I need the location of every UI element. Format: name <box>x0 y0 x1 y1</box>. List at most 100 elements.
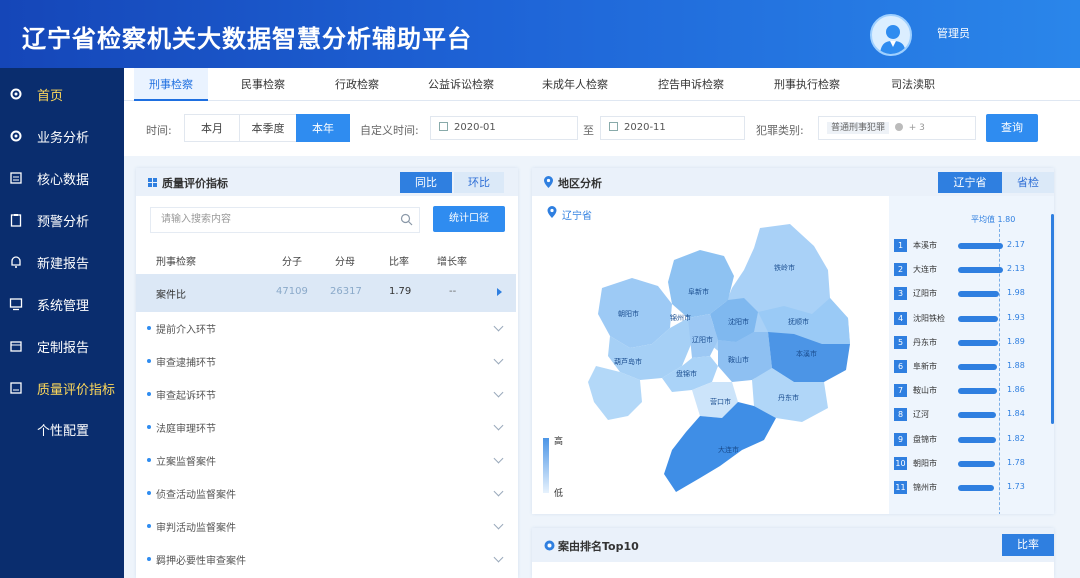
map-city-label: 大连市 <box>718 445 739 454</box>
panel-title: 质量评价指标 <box>162 177 228 190</box>
gear-icon <box>10 130 22 142</box>
province-map: 辽宁省 铁岭市 阜新市 沈阳市 抚顺市 朝阳市 锦州市 辽阳市 本溪市 葫芦岛市… <box>532 196 889 514</box>
ranking-row[interactable]: 10 朝阳市 1.78 <box>894 454 1044 474</box>
crime-category-select[interactable]: 普通刑事犯罪 + 3 <box>818 116 976 140</box>
ranking-number: 11 <box>894 481 907 494</box>
tab-public-interest[interactable]: 公益诉讼检察 <box>420 68 502 101</box>
tab-criminal[interactable]: 刑事检察 <box>134 68 208 101</box>
clipboard-icon <box>10 214 22 227</box>
table-row[interactable]: 案件比 47109 26317 1.79 -- <box>136 274 516 312</box>
ranking-row[interactable]: 5 丹东市 1.89 <box>894 333 1044 353</box>
time-option-year[interactable]: 本年 <box>296 114 350 142</box>
scrollbar[interactable] <box>1051 214 1054 424</box>
quality-index-panel: 质量评价指标 同比 环比 请输入搜索内容 统计口径 刑事检察 分子 分母 比率 … <box>136 168 518 578</box>
sidebar-item-custom-report[interactable]: 定制报告 <box>0 330 124 362</box>
date-to-field[interactable]: 2020-11 <box>600 116 745 140</box>
sidebar-item-system-management[interactable]: 系统管理 <box>0 288 124 320</box>
query-button[interactable]: 查询 <box>986 114 1038 142</box>
close-icon[interactable] <box>894 123 903 131</box>
time-option-quarter[interactable]: 本季度 <box>239 114 297 142</box>
sidebar-item-quality-index[interactable]: 质量评价指标 <box>0 372 124 404</box>
ranking-number: 6 <box>894 360 907 373</box>
ranking-row[interactable]: 6 阜新市 1.88 <box>894 357 1044 377</box>
ranking-city-name: 丹东市 <box>913 337 937 347</box>
chevron-down-icon <box>493 519 504 530</box>
tab-administrative[interactable]: 行政检察 <box>320 68 394 101</box>
section-item[interactable]: 立案监督案件 <box>136 444 516 477</box>
map-city-label: 抚顺市 <box>788 317 809 326</box>
ranking-number: 7 <box>894 384 907 398</box>
panel-header: 质量评价指标 同比 环比 <box>136 168 518 196</box>
legend-high-label: 高 <box>554 437 564 447</box>
section-label: 立案监督案件 <box>156 457 216 468</box>
ranking-number: 1 <box>894 239 907 252</box>
column-header: 刑事检察 <box>156 257 196 268</box>
ranking-row[interactable]: 9 盘锦市 1.82 <box>894 430 1044 450</box>
bullet-icon <box>147 425 151 429</box>
map-city-label: 辽阳市 <box>692 335 713 344</box>
tab-juvenile[interactable]: 未成年人检察 <box>534 68 616 101</box>
expand-arrow-icon[interactable] <box>497 288 502 296</box>
map-city-label: 阜新市 <box>688 287 709 296</box>
sidebar-item-label: 个性配置 <box>37 424 90 439</box>
ranking-row[interactable]: 11 锦州市 1.73 <box>894 478 1044 498</box>
top10-panel: 案由排名Top10 比率 <box>532 528 1054 578</box>
ranking-row[interactable]: 1 本溪市 2.17 <box>894 236 1044 256</box>
tab-civil[interactable]: 民事检察 <box>226 68 300 101</box>
section-item[interactable]: 审判活动监督案件 <box>136 510 516 543</box>
panel-title: 地区分析 <box>558 177 602 190</box>
tab-judicial-dereliction[interactable]: 司法渎职 <box>878 68 948 101</box>
ranking-row[interactable]: 4 沈阳铁检 1.93 <box>894 309 1044 329</box>
map-city-label: 本溪市 <box>796 349 817 358</box>
row-denominator: 26317 <box>330 286 362 297</box>
sidebar-item-personal-config[interactable]: 个性配置 <box>0 413 124 445</box>
sidebar-item-home[interactable]: 首页 <box>0 78 124 110</box>
section-item[interactable]: 审查起诉环节 <box>136 378 516 411</box>
section-item[interactable]: 侦查活动监督案件 <box>136 477 516 510</box>
user-name[interactable]: 管理员 <box>937 25 970 41</box>
chevron-down-icon <box>493 420 504 431</box>
section-item[interactable]: 法庭审理环节 <box>136 411 516 444</box>
map-city-label: 铁岭市 <box>774 263 795 272</box>
map-city-label: 锦州市 <box>670 313 691 322</box>
sidebar-item-label: 系统管理 <box>37 299 90 314</box>
toggle-provincial-procuratorate[interactable]: 省检 <box>1002 172 1054 193</box>
ranking-bar <box>958 364 997 370</box>
stat-scope-button[interactable]: 统计口径 <box>433 206 505 232</box>
ranking-bar <box>958 291 999 298</box>
ranking-number: 9 <box>894 432 907 446</box>
grid-icon <box>148 178 157 187</box>
sidebar-item-new-report[interactable]: 新建报告 <box>0 246 124 278</box>
avatar-icon[interactable] <box>870 14 912 56</box>
sidebar-item-warning-analysis[interactable]: 预警分析 <box>0 204 124 236</box>
crime-tag: 普通刑事犯罪 <box>827 122 890 134</box>
sidebar-item-core-data[interactable]: 核心数据 <box>0 162 124 194</box>
section-item[interactable]: 提前介入环节 <box>136 312 516 345</box>
sidebar-item-business-analysis[interactable]: 业务分析 <box>0 120 124 152</box>
tab-complaint[interactable]: 控告申诉检察 <box>650 68 732 101</box>
chevron-down-icon <box>493 552 504 563</box>
custom-time-label: 自定义时间: <box>360 124 419 137</box>
toggle-yoy[interactable]: 同比 <box>400 172 452 193</box>
section-item[interactable]: 羁押必要性审查案件 <box>136 543 516 576</box>
toggle-mom[interactable]: 环比 <box>454 172 504 193</box>
ranking-city-name: 阜新市 <box>913 362 937 371</box>
document-icon <box>10 172 22 184</box>
ranking-row[interactable]: 2 大连市 2.13 <box>894 260 1044 280</box>
ratio-button[interactable]: 比率 <box>1002 534 1054 556</box>
section-item[interactable]: 审查逮捕环节 <box>136 345 516 378</box>
tab-criminal-execution[interactable]: 刑事执行检察 <box>766 68 848 101</box>
section-label: 审查起诉环节 <box>156 391 216 402</box>
ranking-row[interactable]: 7 鞍山市 1.86 <box>894 381 1044 401</box>
toggle-province[interactable]: 辽宁省 <box>938 172 1002 193</box>
time-option-month[interactable]: 本月 <box>184 114 240 142</box>
search-input[interactable]: 请输入搜索内容 <box>150 207 420 233</box>
search-icon[interactable] <box>400 213 413 226</box>
section-label: 羁押必要性审查案件 <box>156 556 246 567</box>
ranking-number: 5 <box>894 335 907 349</box>
ranking-row[interactable]: 3 辽阳市 1.98 <box>894 284 1044 304</box>
date-from-field[interactable]: 2020-01 <box>430 116 578 140</box>
column-header: 分母 <box>335 257 355 268</box>
ranking-row[interactable]: 8 辽河 1.84 <box>894 405 1044 425</box>
ranking-bar <box>958 267 1003 274</box>
